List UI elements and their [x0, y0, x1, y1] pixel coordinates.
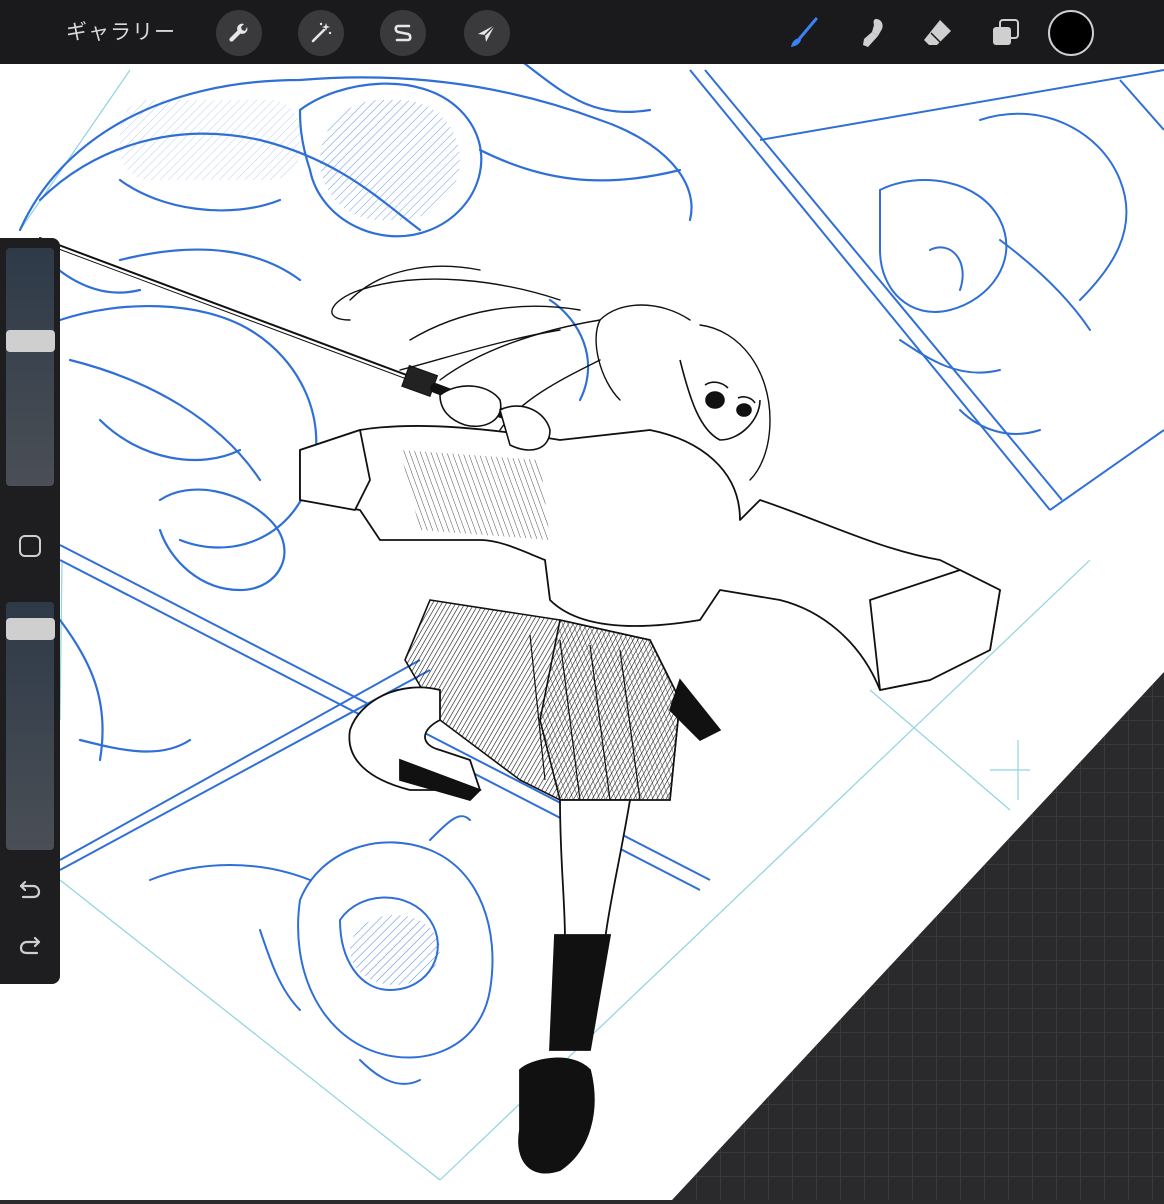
left-sidebar	[0, 238, 60, 984]
drawing-canvas[interactable]	[0, 0, 1164, 1200]
gallery-button[interactable]: ギャラリー	[66, 16, 176, 46]
smudge-finger-icon	[863, 19, 883, 47]
square-modifier-icon	[19, 535, 41, 557]
arrow-cursor-icon	[478, 24, 496, 42]
adjustments-button[interactable]	[298, 10, 344, 56]
ink-hatch-torso	[400, 450, 550, 540]
eraser-tool[interactable]	[914, 10, 960, 56]
modifier-button[interactable]	[12, 528, 48, 564]
layers-icon	[993, 19, 1019, 45]
transform-button[interactable]	[464, 10, 510, 56]
redo-button[interactable]	[12, 928, 48, 964]
blue-hatch-area	[320, 100, 460, 220]
magic-wand-icon	[311, 22, 332, 43]
layers-button[interactable]	[982, 10, 1028, 56]
brush-size-slider[interactable]	[6, 248, 54, 486]
brush-tool[interactable]	[780, 10, 826, 56]
canvas-artwork[interactable]	[0, 0, 1164, 1200]
undo-button[interactable]	[12, 870, 48, 906]
opacity-thumb[interactable]	[6, 617, 55, 640]
blue-hatch-area-2	[120, 100, 300, 180]
smudge-tool[interactable]	[848, 10, 894, 56]
undo-arrow-icon	[19, 880, 41, 899]
top-toolbar: ギャラリー	[0, 0, 1164, 64]
color-picker-button[interactable]	[1048, 10, 1094, 56]
blue-hatch-head	[350, 915, 440, 985]
selection-button[interactable]	[380, 10, 426, 56]
selection-s-icon	[394, 24, 412, 42]
redo-arrow-icon	[19, 936, 41, 955]
wrench-icon	[229, 23, 248, 42]
eraser-icon	[924, 20, 951, 45]
brush-icon	[791, 17, 818, 47]
brush-size-thumb[interactable]	[6, 330, 55, 353]
actions-button[interactable]	[216, 10, 262, 56]
